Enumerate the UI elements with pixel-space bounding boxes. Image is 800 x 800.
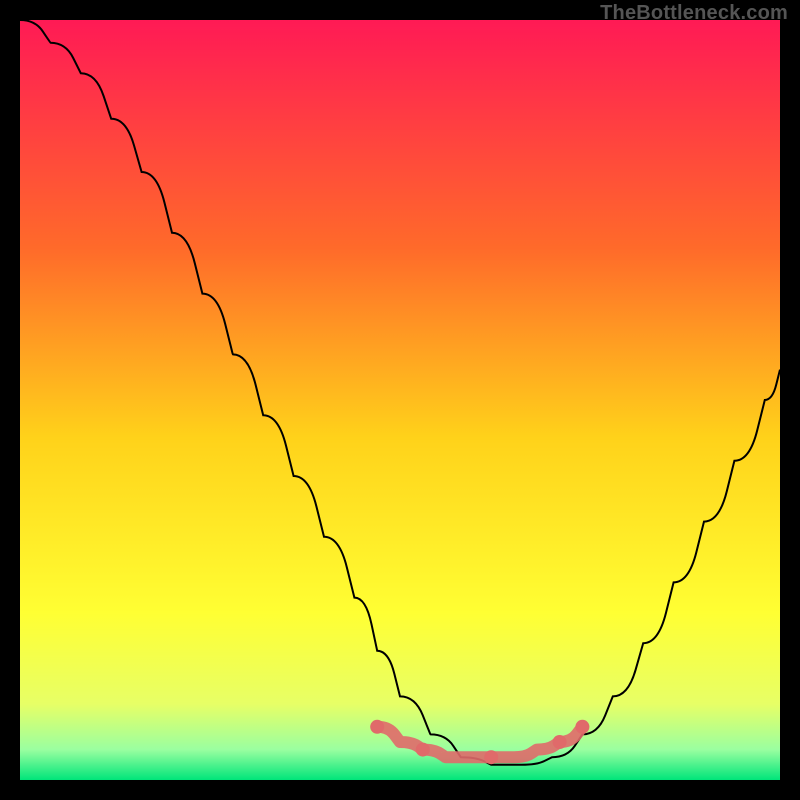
gradient-background (20, 20, 780, 780)
chart-svg (20, 20, 780, 780)
optimal-range-dot (416, 743, 430, 757)
chart-container: TheBottleneck.com (0, 0, 800, 800)
optimal-range-dot (484, 750, 498, 764)
optimal-range-dot (370, 720, 384, 734)
optimal-range-dot (575, 720, 589, 734)
plot-area (20, 20, 780, 780)
optimal-range-dot (553, 735, 567, 749)
